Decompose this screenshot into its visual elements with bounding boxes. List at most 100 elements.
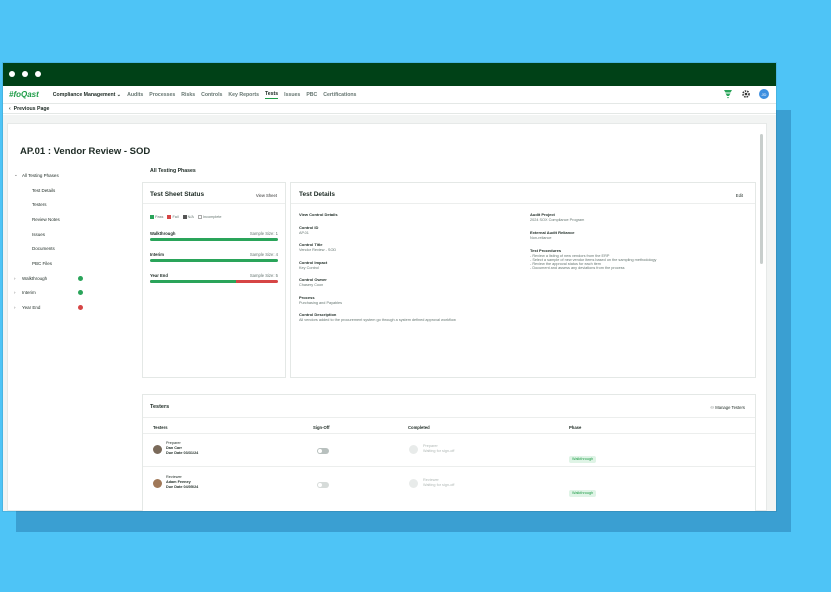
phase-badge-label: Walkthrough: [569, 455, 597, 463]
manage-testers-button[interactable]: ⚇ Manage Testers: [710, 405, 745, 410]
field-key: Control Owner: [299, 277, 327, 282]
nav-pbc[interactable]: PBC: [306, 92, 317, 98]
phase-badge: Walkthrough: [569, 447, 597, 465]
phase-badge-label: Walkthrough: [569, 489, 597, 497]
sample-size: Sample Size: 4: [249, 252, 278, 257]
sidebar-phase-label: Walkthrough: [22, 275, 48, 281]
field-key: Control ID: [299, 225, 319, 230]
legend-pass-label: Pass: [155, 215, 164, 219]
nav-issues[interactable]: Issues: [284, 92, 300, 98]
procedure-step: - Document and assess any deviations fro…: [530, 266, 625, 270]
manage-testers-label: Manage Testers: [715, 405, 745, 410]
field-key: Control Description: [299, 312, 337, 317]
previous-page-link[interactable]: ‹ Previous Page: [3, 104, 776, 114]
fail-swatch-icon: [167, 215, 172, 219]
tester-info: Reviewer Adam Feeney Due Date 04/05/24: [166, 475, 198, 490]
gear-icon[interactable]: [741, 89, 751, 99]
edit-button[interactable]: Edit: [736, 193, 743, 198]
field-value: All vendors added to the procurement sys…: [299, 318, 456, 322]
sidebar-item-pbc-files[interactable]: PBC Files: [14, 256, 124, 271]
sidebar-phase-year-end[interactable]: › Year End: [14, 300, 124, 315]
legend-na: N/A: [182, 215, 194, 219]
field-audit-project: Audit Project 2024 SOX Compliance Program: [530, 212, 584, 222]
card-divider: [143, 417, 755, 418]
page-title: AP.01 : Vendor Review - SOD: [20, 146, 151, 157]
sheet-row-label: Walkthrough: [150, 231, 176, 236]
window-dot-maximize[interactable]: [35, 71, 41, 77]
column-header-sign-off: Sign-Off: [313, 425, 330, 430]
sidebar-item-issues[interactable]: Issues: [14, 227, 124, 242]
test-details-card: Test Details Edit View Control Details C…: [290, 182, 756, 378]
user-avatar[interactable]: JD: [759, 89, 769, 99]
field-value: Vendor Review - SOD: [299, 248, 337, 252]
completed-info: Preparer Waiting for sign-off: [423, 444, 454, 454]
sidebar-item-review-notes[interactable]: Review Notes: [14, 212, 124, 227]
nav-audits[interactable]: Audits: [127, 92, 143, 98]
field-control-title: Control Title Vendor Review - SOD: [299, 242, 336, 252]
field-value: Key Control: [299, 266, 319, 270]
sidebar-phase-walkthrough[interactable]: › Walkthrough: [14, 271, 124, 286]
sidebar-phase-interim[interactable]: › Interim: [14, 286, 124, 301]
progress-bar: [150, 238, 278, 241]
test-sheet-status-title: Test Sheet Status: [150, 191, 205, 198]
page-card: AP.01 : Vendor Review - SOD ⌄ All Testing…: [7, 123, 767, 511]
field-key: Control Impact: [299, 260, 328, 265]
nav-processes[interactable]: Processes: [149, 92, 175, 98]
avatar: [153, 445, 162, 454]
testers-card: Testers ⚇ Manage Testers Testers Sign-Of…: [142, 394, 756, 511]
user-placeholder-icon: [409, 445, 418, 454]
window-dot-close[interactable]: [9, 71, 15, 77]
app-window: #foQast Compliance Management ⌄ Audits P…: [3, 63, 776, 511]
sidebar-item-test-details[interactable]: Test Details: [14, 183, 124, 198]
field-key: Control Title: [299, 242, 323, 247]
nav-key-reports[interactable]: Key Reports: [228, 92, 259, 98]
field-control-impact: Control Impact Key Control: [299, 260, 327, 270]
window-dot-minimize[interactable]: [22, 71, 28, 77]
nav-controls[interactable]: Controls: [201, 92, 222, 98]
field-key: Process: [299, 295, 315, 300]
chevron-down-icon: ⌄: [14, 172, 18, 178]
progress-pass-fill: [150, 280, 236, 283]
sidebar-item-documents[interactable]: Documents: [14, 241, 124, 256]
sample-size: Sample Size: 1: [249, 231, 278, 236]
sidebar-item-testers[interactable]: Testers: [14, 197, 124, 212]
alert-circle-icon: [78, 305, 83, 311]
nav-certifications[interactable]: Certifications: [323, 92, 356, 98]
view-sheet-button[interactable]: View Sheet: [256, 193, 277, 198]
test-details-title: Test Details: [299, 191, 336, 198]
sidebar-root[interactable]: ⌄ All Testing Phases: [14, 168, 124, 183]
previous-page-label: Previous Page: [13, 106, 50, 112]
completed-status: Waiting for sign-off: [423, 449, 455, 453]
sidebar-phase-label: Year End: [22, 305, 41, 311]
view-control-details-link[interactable]: View Control Details: [299, 212, 338, 218]
nav-compliance-management[interactable]: Compliance Management ⌄: [53, 92, 121, 98]
header-divider: [143, 433, 755, 434]
avatar: [153, 479, 162, 488]
scrollbar[interactable]: [760, 134, 763, 264]
section-title: All Testing Phases: [150, 168, 196, 174]
progress-bar: [150, 280, 278, 283]
field-value: AP.01: [299, 231, 309, 235]
field-control-owner: Control Owner Chasery Coon: [299, 277, 327, 287]
testers-title: Testers: [150, 404, 170, 410]
sign-off-toggle[interactable]: [317, 482, 329, 488]
floqast-icon[interactable]: [723, 89, 733, 99]
column-header-testers: Testers: [153, 425, 168, 430]
field-value: 2024 SOX Compliance Program: [530, 218, 585, 222]
chevron-right-icon: ›: [14, 305, 16, 311]
user-placeholder-icon: [409, 479, 418, 488]
status-legend: Pass Fail N/A Incomplete: [150, 215, 222, 219]
field-value: Non-reliance: [530, 236, 552, 240]
sign-off-toggle[interactable]: [317, 448, 329, 454]
sheet-row-label: Year End: [150, 273, 168, 278]
na-swatch-icon: [182, 215, 187, 219]
phase-badge: Walkthrough: [569, 481, 597, 499]
incomplete-swatch-icon: [197, 215, 202, 219]
legend-fail: Fail: [167, 215, 179, 219]
field-external-audit-reliance: External Audit Reliance Non-reliance: [530, 230, 575, 240]
legend-incomplete: Incomplete: [197, 215, 222, 219]
check-circle-icon: [78, 275, 83, 281]
completed-status: Waiting for sign-off: [423, 483, 455, 487]
nav-tests[interactable]: Tests: [264, 91, 279, 99]
nav-risks[interactable]: Risks: [181, 92, 195, 98]
